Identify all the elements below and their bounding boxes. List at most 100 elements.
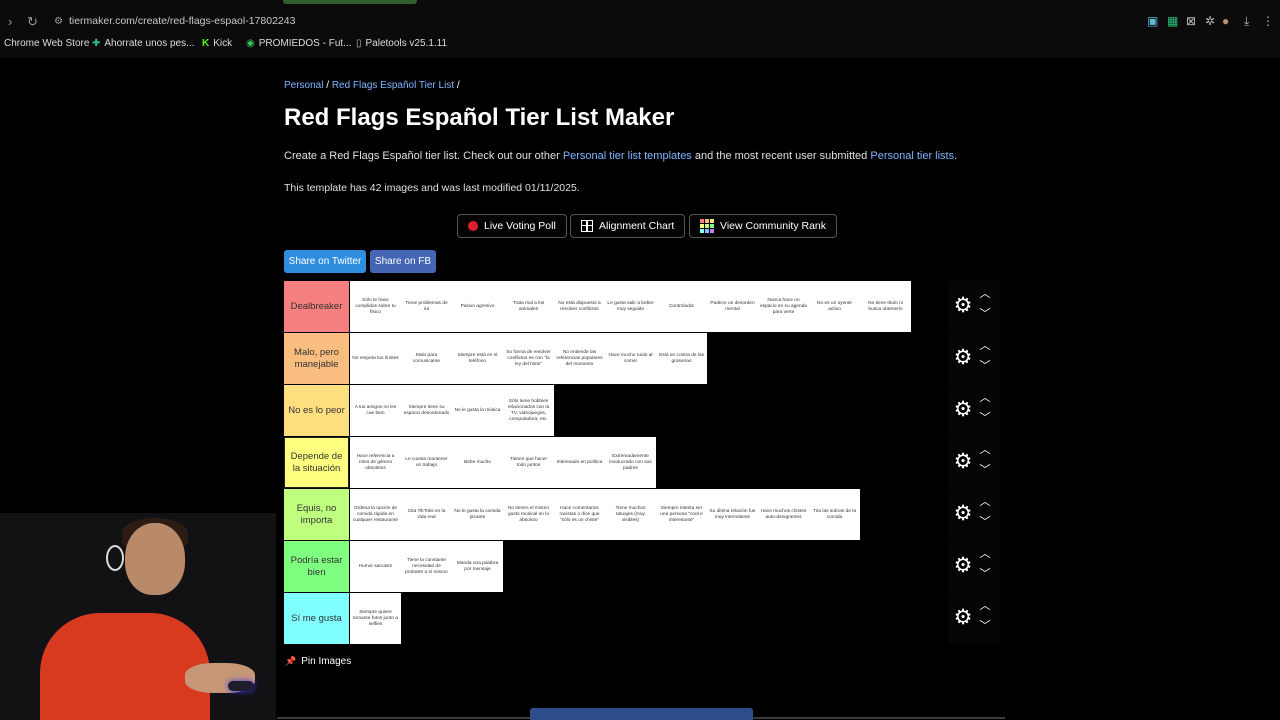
tier-label[interactable]: Sí me gusta [284,593,349,644]
tier-item-card[interactable]: Interesado en política [554,437,605,488]
tier-item-card[interactable]: Humor sarcasm [350,541,401,592]
tier-item-card[interactable]: No tiene título ni busca obtenerlo [860,281,911,332]
tier-lists-link[interactable]: Personal tier lists [870,150,954,162]
gear-icon[interactable]: ⚙ [952,347,974,369]
gear-icon[interactable]: ⚙ [952,295,974,317]
bookmark-item[interactable]: ◉ PROMIEDOS - Fut... [246,38,352,49]
tier-label[interactable]: Depende de la situación [284,437,349,488]
tier-item-card[interactable]: Cita TikToks en la vida real [401,489,452,540]
profile-avatar[interactable]: ● [1222,14,1229,28]
tier-item-card[interactable]: Siempre está en el teléfono [452,333,503,384]
chevron-down-icon[interactable]: ﹀ [979,569,991,580]
tier-item-card[interactable]: Siempre tiene su espacio desordenado [401,385,452,436]
tier-item-card[interactable]: Controlador [656,281,707,332]
tier-item-card[interactable]: Le cuesta mantener un trabajo [401,437,452,488]
tier-item-card[interactable]: No entiende las referencias populares de… [554,333,605,384]
gear-icon[interactable]: ⚙ [952,399,974,421]
tier-item-card[interactable]: Tienen que hacer todo juntos [503,437,554,488]
live-voting-poll-button[interactable]: Live Voting Poll [457,214,567,238]
breadcrumb-link-personal[interactable]: Personal [284,80,323,91]
tier-item-card[interactable]: Trata mal a los animales [503,281,554,332]
tier-item-card[interactable]: No respeta tus límites [350,333,401,384]
site-info-icon[interactable]: ⚙ [54,16,63,27]
reload-icon[interactable]: ↻ [27,14,38,30]
tier-item-card[interactable]: Sólo te hace cumplidos sobre tu físico [350,281,401,332]
tier-item-card[interactable]: Ordena la opción de comida rápida en cua… [350,489,401,540]
bookmark-item[interactable]: Chrome Web Store [4,38,89,49]
tier-item-card[interactable]: No es un oyente activo [809,281,860,332]
chevron-up-icon[interactable]: ︿ [979,445,991,456]
tier-item-card[interactable]: Tiene la constante necesidad de probarte… [401,541,452,592]
bookmark-item[interactable]: K Kick [202,38,232,49]
tier-item-card[interactable]: No tienen el mismo gusto musical en lo a… [503,489,554,540]
chevron-down-icon[interactable]: ﹀ [979,621,991,632]
tier-label[interactable]: Dealbreaker [284,281,349,332]
chevron-up-icon[interactable]: ︿ [979,601,991,612]
tier-item-card[interactable]: Pasivo agresivo [452,281,503,332]
tier-item-card[interactable]: Hace referencia a roles de género obsole… [350,437,401,488]
menu-icon[interactable]: ⋮ [1262,14,1274,28]
tier-item-card[interactable]: Padece un desorden mental [707,281,758,332]
tier-label[interactable]: Podría estar bien [284,541,349,592]
extension-icon[interactable]: ⊠ [1186,14,1196,28]
gear-icon[interactable]: ⚙ [952,451,974,473]
gear-icon[interactable]: ⚙ [952,607,974,629]
description-text: Create a Red Flags Español tier list. Ch… [284,150,563,162]
gear-icon[interactable]: ⚙ [952,555,974,577]
breadcrumb-link-tier-list[interactable]: Red Flags Español Tier List [332,80,454,91]
tier-drop-zone[interactable] [350,593,949,644]
tier-item-card[interactable]: Bebe mucho [452,437,503,488]
tier-item-card[interactable]: Está en contra de las groserías [656,333,707,384]
extension-icon[interactable]: ▦ [1167,14,1178,28]
tier-item-card[interactable]: Tiene muchos tatuajes (muy visibles) [605,489,656,540]
tier-item-card[interactable]: Le gusta salir a beber muy seguido [605,281,656,332]
tier-item-card[interactable]: A tus amigos no les cae bien [350,385,401,436]
bookmark-item[interactable]: ✚ Ahorrate unos pes... [92,38,194,49]
tier-item-card[interactable]: Su última relación fue muy intermitente [707,489,758,540]
chevron-up-icon[interactable]: ︿ [979,289,991,300]
tier-label[interactable]: No es lo peor [284,385,349,436]
chevron-down-icon[interactable]: ﹀ [979,465,991,476]
chevron-down-icon[interactable]: ﹀ [979,309,991,320]
tier-item-card[interactable]: No le gusta la comida picante [452,489,503,540]
address-bar[interactable]: ⚙ tiermaker.com/create/red-flags-espaol-1… [54,15,295,27]
templates-link[interactable]: Personal tier list templates [563,150,692,162]
tier-label[interactable]: Malo, pero manejable [284,333,349,384]
chevron-up-icon[interactable]: ︿ [979,341,991,352]
pin-images-toggle[interactable]: 📌 Pin Images [285,656,351,667]
chevron-up-icon[interactable]: ︿ [979,549,991,560]
tier-item-card[interactable]: Su forma de resolver conflictos es con "… [503,333,554,384]
alignment-chart-button[interactable]: Alignment Chart [570,214,686,238]
gear-icon[interactable]: ⚙ [952,503,974,525]
tier-label[interactable]: Equis, no importa [284,489,349,540]
chevron-up-icon[interactable]: ︿ [979,497,991,508]
tier-item-card[interactable]: Tira las sobras de la comida [809,489,860,540]
chevron-down-icon[interactable]: ﹀ [979,413,991,424]
share-facebook-button[interactable]: Share on FB [370,250,436,273]
save-download-button[interactable] [530,708,753,720]
tier-item-card[interactable]: Hace comentarios racistas o dice que "só… [554,489,605,540]
tier-item-card[interactable]: Sólo tiene hobbies relacionados con la T… [503,385,554,436]
bookmark-item[interactable]: ▯ Paletools v25.1.11 [356,38,447,49]
chevron-up-icon[interactable]: ︿ [979,393,991,404]
tier-item-card[interactable]: Extremadamente involucrado con sus padre… [605,437,656,488]
forward-icon[interactable]: › [8,14,12,29]
tier-item-card[interactable]: No está dispuesto a resolver conflictos [554,281,605,332]
extensions-puzzle-icon[interactable]: ✲ [1205,14,1215,28]
tier-item-card[interactable]: Manda una palabra por mensaje [452,541,503,592]
view-community-rank-button[interactable]: View Community Rank [689,214,838,238]
extension-icon[interactable]: ▣ [1147,14,1158,28]
tier-item-card[interactable]: Siempre quiere tomarse fotos junto a sel… [350,593,401,644]
chevron-down-icon[interactable]: ﹀ [979,361,991,372]
tier-item-card[interactable]: Nunca hace un espacio en su agenda para … [758,281,809,332]
tier-item-card[interactable]: Hace mucho ruido al comer [605,333,656,384]
tier-item-card[interactable]: Tiene problemas de ira [401,281,452,332]
download-icon[interactable]: ⤓ [1244,14,1249,29]
tier-item-card[interactable]: No le gusta la música [452,385,503,436]
breadcrumb: Personal / Red Flags Español Tier List / [284,80,460,91]
share-twitter-button[interactable]: Share on Twitter [284,250,366,273]
tier-item-card[interactable]: Hace muchos chistes auto-denigrantes [758,489,809,540]
tier-item-card[interactable]: Malo para comunicarse [401,333,452,384]
chevron-down-icon[interactable]: ﹀ [979,517,991,528]
tier-item-card[interactable]: Siempre intenta ser una persona "cool e … [656,489,707,540]
